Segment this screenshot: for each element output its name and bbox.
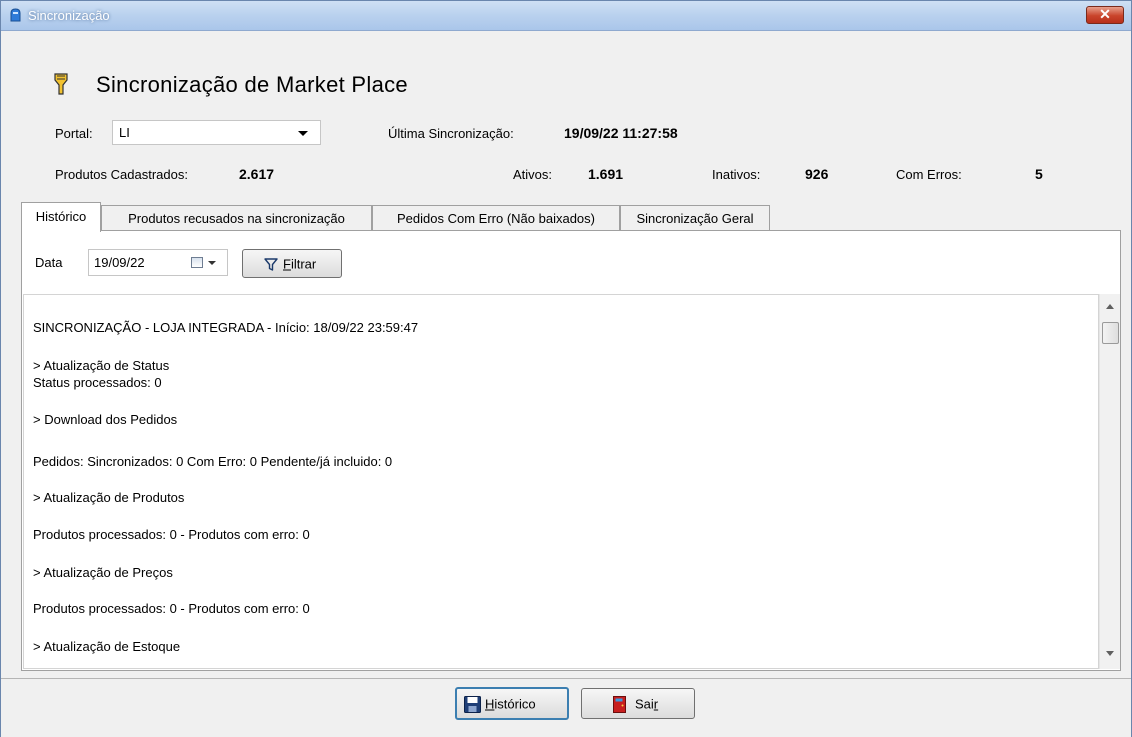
log-line: Produtos processados: 0 - Produtos com e… [33,601,310,616]
log-line: Status processados: 0 [33,375,162,390]
portal-select[interactable]: LI [112,120,321,145]
pen-icon [54,73,68,95]
errors-value: 5 [1035,166,1043,182]
registered-products-value: 2.617 [239,166,275,182]
close-icon: ✕ [1099,6,1111,22]
floppy-disk-icon [464,696,481,713]
title-bar[interactable]: Sincronização ✕ [1,1,1131,31]
window-title: Sincronização [28,8,110,23]
scroll-thumb[interactable] [1102,322,1119,344]
portal-label: Portal: [55,126,93,141]
close-button[interactable]: ✕ [1086,6,1124,24]
tab-pedidos-com-erro[interactable]: Pedidos Com Erro (Não baixados) [372,205,620,231]
log-line: > Atualização de Preços [33,565,173,580]
tab-historico[interactable]: Histórico [21,202,101,232]
historico-button-label: Histórico [485,696,536,711]
filter-button[interactable]: Filtrar [242,249,342,278]
chevron-down-icon [298,131,308,136]
registered-products-label: Produtos Cadastrados: [55,167,188,182]
date-value: 19/09/22 [94,255,145,270]
log-scrollbar[interactable] [1099,294,1120,669]
filter-button-label: Filtrar [283,256,317,271]
log-line: > Atualização de Estoque [33,639,181,654]
log-line: > Download dos Pedidos [33,412,178,427]
last-sync-value: 19/09/22 11:27:58 [564,125,678,141]
active-value: 1.691 [588,166,624,182]
page-title: Sincronização de Market Place [96,72,408,97]
scroll-up-icon[interactable] [1106,304,1114,309]
sair-button-label: Sair [635,696,659,711]
portal-value: LI [119,125,130,140]
errors-label: Com Erros: [896,167,962,182]
funnel-icon [264,258,278,271]
app-icon [10,8,21,22]
date-label: Data [35,255,63,270]
tab-produtos-recusados[interactable]: Produtos recusados na sincronização [101,205,372,231]
chevron-down-icon [208,261,216,265]
date-picker[interactable]: 19/09/22 [88,249,228,276]
tab-sincronizacao-geral[interactable]: Sincronização Geral [620,205,770,231]
active-label: Ativos: [513,167,553,182]
calendar-icon [191,257,203,268]
log-line: Produtos processados: 0 - Produtos com e… [33,527,310,542]
log-line: SINCRONIZAÇÃO - LOJA INTEGRADA - Início:… [33,320,419,335]
scroll-down-icon[interactable] [1106,651,1114,656]
inactive-value: 926 [805,166,829,182]
door-exit-icon [613,696,626,713]
last-sync-label: Última Sincronização: [388,126,514,141]
log-line: > Atualização de Status [33,358,170,373]
sair-button[interactable]: Sair [581,688,695,719]
log-textarea[interactable]: SINCRONIZAÇÃO - LOJA INTEGRADA - Início:… [23,294,1099,669]
historico-button[interactable]: Histórico [455,687,569,720]
log-line: > Atualização de Produtos [33,490,185,505]
sync-window: Sincronização ✕ Sincronização de Market … [0,0,1132,737]
inactive-label: Inativos: [712,167,761,182]
log-line: Pedidos: Sincronizados: 0 Com Erro: 0 Pe… [33,454,393,469]
